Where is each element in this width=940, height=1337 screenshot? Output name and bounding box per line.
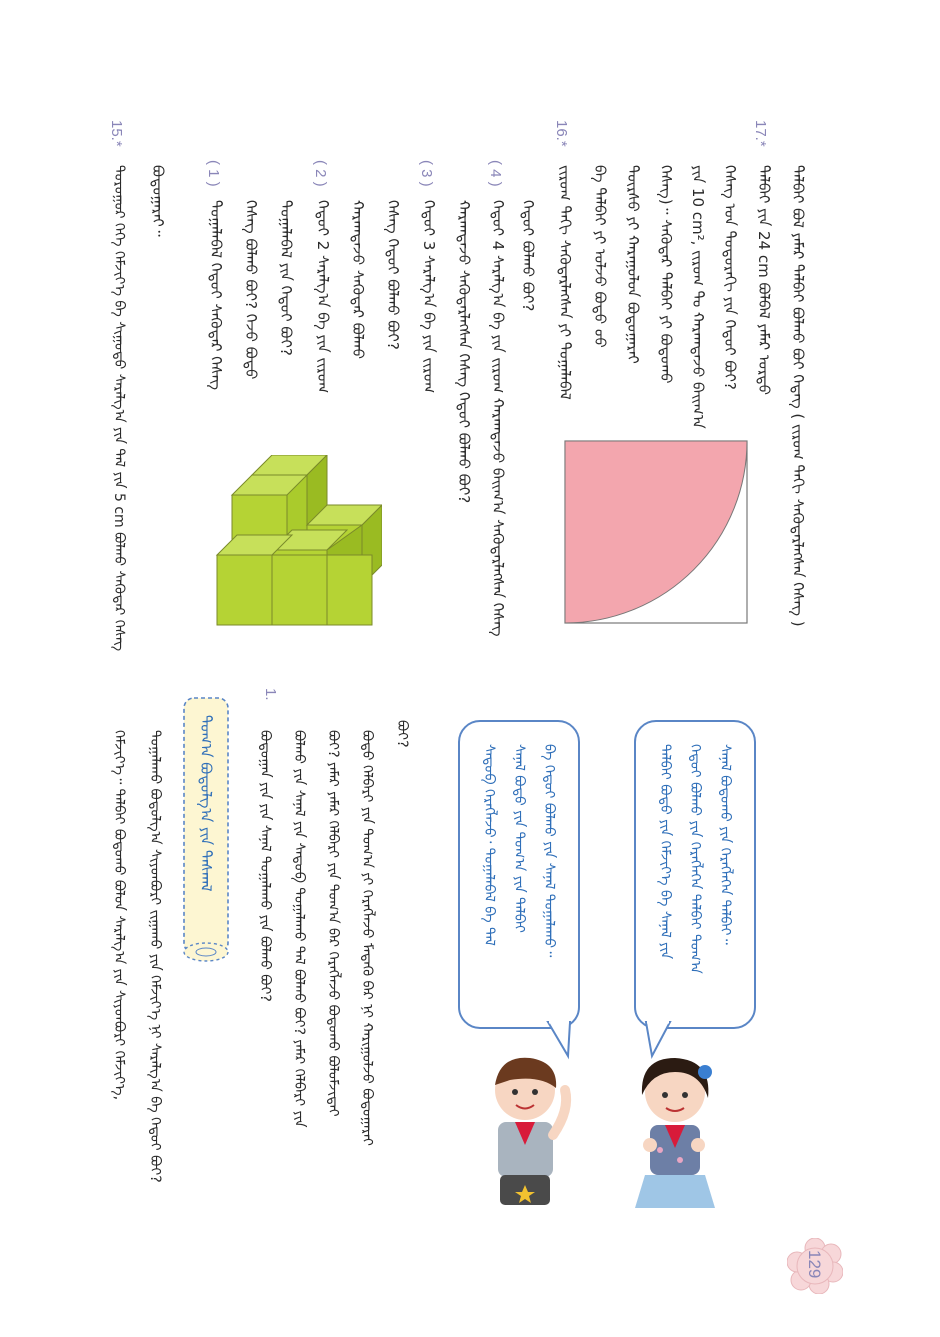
problem-15-q1-label: ( 1 ) [205, 160, 222, 187]
exercise-1-line1: ᠪᠣᠳᠣ ᠬᠡᠯᠪᠡᠷᠢ ᠶᠢᠨ ᠲᠣᠭ᠎ᠠ ᠶᠢ ᠬᠡᠷᠡᠭᠯᠡᠵᠦ ᠮᠡᠳᠡ… [359, 730, 375, 1146]
girl-bubble-line3: ᠲᠠᠯᠪᠠᠢ ᠪᠣᠳᠣ ᠶᠢᠨ ᠬᠡᠮᠵᠢᠶ᠎ᠡ ᠪᠠ ᠰᠠᠨᠠᠯ ᠶᠢᠨ [657, 744, 673, 960]
problem-17-line5: ᠬᠡᠰᠡᠭ᠌)᠃ ᠰᠡᠭᠦᠳᠡᠷ ᠲᠠᠯᠪᠠᠢ ᠶᠢ ᠪᠣᠳᠣᠬᠤ [657, 165, 675, 384]
girl-bubble-line2: ᠬᠡᠳᠦᠢ ᠪᠣᠯᠬᠤ ᠶᠢᠨ ᠬᠡᠷᠡᠭᠯᠡᠭᠡᠨ ᠲᠠᠯᠪᠠᠢ ᠲᠣᠭ᠎ᠠ [687, 744, 703, 974]
section-label-text: ᠲᠣᠭ᠎ᠠ ᠪᠣᠳᠣᠯᠭ᠎ᠠ ᠶᠢᠨ ᠳᠠᠰᠬᠠᠯ [197, 715, 215, 892]
problem-16-line2: ᠬᠡᠳᠦᠢ ᠪᠣᠯᠬᠤ ᠪᠤᠢ? [519, 200, 537, 312]
problem-15-q2-line3: ᠬᠡᠰᠡᠭ ᠪᠣᠯᠬᠤ ᠪᠤᠢ? ᠭᠡᠵᠦ ᠪᠣᠳᠣ [242, 200, 260, 380]
problem-15-q3-label: ( 3 ) [418, 160, 435, 187]
exercise-1-line2: ᠪᠣᠢ? ᠶᠠᠮᠠᠷ ᠶᠠᠮᠠᠷ ᠬᠡᠯᠪᠡᠷᠢ ᠶᠢᠨ ᠲᠣᠭ᠎ᠠ ᠪᠠᠷ ᠬ… [325, 730, 341, 1117]
problem-17-number: 17.* [752, 120, 769, 147]
problem-15-q3-line1: ᠬᠡᠳᠦᠢ 3 ᠰᠠᠷᠠᠯᠭ᠎ᠠ ᠪᠠ ᠶᠢᠨ ᠵᠢᠷᠤᠭ [420, 200, 438, 394]
problem-15-intro: ᠳᠣᠷᠤᠭᠤᠷ ᠬᠡᠬᠡ ᠬᠡᠮᠵᠢᠶ᠎ᠡ ᠪᠠ ᠰᠢᠭᠤᠳᠤ ᠰᠠᠷᠠᠯᠭ᠎ᠠ… [111, 165, 127, 652]
boy-illustration [495, 1057, 572, 1205]
problem-15-q4-line2: ᠬᠠᠷᠠᠭᠳᠠᠵᠤ ᠰᠡᠭᠦᠳᠡᠷᠯᠡᠭᠰᠡᠨ ᠬᠡᠰᠡᠭ ᠬᠡᠳᠦᠢ ᠪᠣᠯᠬ… [455, 200, 473, 504]
girl-illustration [635, 1058, 715, 1208]
exercise-1-line5: ᠪᠣᠢ? [394, 720, 410, 748]
problem-17-line4: ᠶᠢᠨ 10 cm², ᠵᠢᠷᠤᠭ ᠲᠤ ᠬᠠᠷᠠᠭᠳᠠᠵᠤ ᠪᠠᠢᠭ᠎ᠠ [689, 165, 707, 429]
problem-15-q3-line3: ᠬᠠᠷᠠᠭᠳᠠᠵᠤ ᠰᠡᠭᠦᠳᠡᠷ ᠪᠣᠯᠬᠤ [349, 200, 367, 360]
girl-bubble-line1: ᠰᠠᠨᠠᠯ ᠪᠣᠳᠣᠬᠤ ᠶᠢᠨ ᠬᠡᠷᠡᠭᠯᠡᠭᠡᠨ ᠲᠠᠯᠪᠠᠢ᠃ [717, 744, 733, 945]
problem-15-q2-line2: ᠲᠣᠭᠠᠯᠠᠪᠠᠯ ᠶᠢᠨ ᠬᠡᠳᠦᠢ ᠪᠤᠢ? [277, 200, 295, 356]
problem-15-number: 15.* [108, 120, 125, 147]
boy-bubble-line1: ᠪᠠ ᠬᠡᠳᠦᠢ ᠪᠣᠯᠬᠤ ᠶᠢᠨ ᠰᠠᠨᠠᠯ ᠲᠣᠭᠠᠯᠠᠬᠤ᠃ [541, 744, 557, 958]
problem-15-q2-label: ( 2 ) [312, 160, 329, 187]
speech-bubble-boy: ᠰᠡᠳᠦᠪ ᠬᠡᠷᠡᠭᠯᠡᠵᠦ᠂ ᠲᠣᠭᠠᠯᠠᠪᠠᠯ ᠪᠠ ᠲᠠᠯ ᠰᠠᠨᠠᠯ … [458, 720, 580, 1029]
boy-bubble-line3: ᠰᠡᠳᠦᠪ ᠬᠡᠷᠡᠭᠯᠡᠵᠦ᠂ ᠲᠣᠭᠠᠯᠠᠪᠠᠯ ᠪᠠ ᠲᠠᠯ [481, 744, 497, 946]
problem-15-q4-label: ( 4 ) [487, 160, 504, 187]
page-number: 129 [805, 1250, 824, 1279]
exercise-1-line4: ᠪᠣᠳᠣᠭᠠᠨ ᠶᠢᠨ ᠶᠢᠨ ᠰᠠᠨᠠᠯ ᠲᠣᠭᠠᠯᠠᠬᠤ ᠶᠢᠨ ᠪᠣᠯᠬᠤ… [257, 730, 273, 1002]
cube-stack-figure [215, 455, 382, 626]
problem-15-q3-line2: ᠬᠡᠰᠡᠭ ᠬᠡᠳᠦᠢ ᠪᠣᠯᠬᠤ ᠪᠤᠢ? [384, 200, 402, 350]
problem-17-line7: ᠪᠠ ᠲᠠᠯᠪᠠᠢ ᠶᠢ ᠣᠯᠵᠤ ᠪᠣᠳᠣ ᠤᠤ [591, 165, 609, 348]
exercise-1-number: 1. [262, 688, 279, 701]
bottom-line2: ᠬᠡᠮᠵᠢᠶ᠎ᠡ᠃ ᠲᠠᠯᠪᠠᠢ ᠪᠣᠳᠣᠬᠤ ᠪᠣᠯᠤᠨ ᠰᠠᠷᠠᠯᠭ᠎ᠠ ᠶ… [111, 730, 127, 1101]
problem-17-line1: ᠲᠠᠯᠪᠠᠢ ᠪᠣᠯ ᠶᠠᠮᠠᠷ ᠲᠠᠯᠪᠠᠢ ᠪᠣᠯᠬᠤ ᠪᠤᠢ ᠭᠡᠳᠡᠭ … [789, 165, 807, 627]
boy-bubble-line2: ᠰᠠᠨᠠᠯ ᠪᠣᠳᠣ ᠶᠢᠨ ᠲᠣᠭ᠎ᠠ ᠶᠢᠨ ᠲᠠᠯᠪᠠᠢ [511, 744, 527, 933]
problem-15-q1-line1: ᠲᠣᠭᠠᠯᠠᠪᠠᠯ ᠬᠡᠳᠦᠢ ᠰᠡᠭᠦᠳᠡᠷ ᠬᠡᠰᠡᠭ [207, 200, 225, 390]
problem-17-line3: ᠬᠡᠰᠡᠭ ᠤᠨ ᠳᠣᠲᠣᠷᠠᠬᠢ ᠶᠢᠨ ᠬᠡᠳᠦᠢ ᠪᠣᠢ? [721, 165, 739, 390]
problem-15-q1-line2: ᠪᠣᠳᠣᠭᠠᠷᠠᠢ᠃ [149, 165, 167, 237]
problem-16-line1: ᠵᠢᠷᠤᠭ ᠳᠡᠬᠢ ᠰᠡᠭᠦᠳᠡᠷᠯᠡᠭᠰᠡᠨ ᠶᠢ ᠲᠣᠭᠠᠯᠠᠪᠠᠯ [556, 165, 574, 400]
bottom-line1: ᠲᠣᠭᠠᠯᠠᠬᠤ ᠪᠣᠳᠣᠯᠭ᠎ᠠ ᠰᠢᠶᠳᠪᠦᠷᠢ ᠵᠢᠭᠠᠬᠤ ᠶᠢᠨ ᠬᠡ… [147, 730, 163, 1183]
quarter-circle-figure [564, 440, 748, 624]
exercise-1-line3: ᠪᠣᠯᠬᠤ ᠶᠢᠨ ᠰᠠᠨᠠᠯ ᠶᠢᠨ ᠰᠡᠳᠦᠪ ᠲᠣᠭᠠᠯᠠᠬᠤ ᠲᠠᠯ ᠪ… [291, 730, 307, 1128]
problem-15-q4-line1: ᠬᠡᠳᠦᠢ 4 ᠰᠠᠷᠠᠯᠭ᠎ᠠ ᠪᠠ ᠶᠢᠨ ᠵᠢᠷᠤᠭ ᠬᠠᠷᠠᠭᠳᠠᠵᠤ … [489, 200, 507, 637]
problem-17-line2: ᠲᠠᠯᠪᠠᠢ ᠶᠢᠨ 24 cm ᠪᠣᠯᠪᠠᠯ ᠶᠠᠮᠠᠷ ᠤᠷᠲᠤ [755, 165, 773, 395]
section-label-scroll: ᠲᠣᠭ᠎ᠠ ᠪᠣᠳᠣᠯᠭ᠎ᠠ ᠶᠢᠨ ᠳᠠᠰᠬᠠᠯ [178, 690, 234, 965]
problem-17-line6: ᠳᠦᠷᠰᠦ ᠶᠢ ᠬᠠᠷᠠᠭᠤᠯᠤᠨ ᠪᠣᠳᠣᠭᠠᠷᠠᠢ [624, 165, 642, 364]
speech-bubble-girl: ᠲᠠᠯᠪᠠᠢ ᠪᠣᠳᠣ ᠶᠢᠨ ᠬᠡᠮᠵᠢᠶ᠎ᠡ ᠪᠠ ᠰᠠᠨᠠᠯ ᠶᠢᠨ ᠬᠡ… [634, 720, 756, 1029]
problem-16-number: 16.* [553, 120, 570, 147]
problem-15-q2-line1: ᠬᠡᠳᠦᠢ 2 ᠰᠠᠷᠠᠯᠭ᠎ᠠ ᠪᠠ ᠶᠢᠨ ᠵᠢᠷᠤᠭ [314, 200, 332, 394]
